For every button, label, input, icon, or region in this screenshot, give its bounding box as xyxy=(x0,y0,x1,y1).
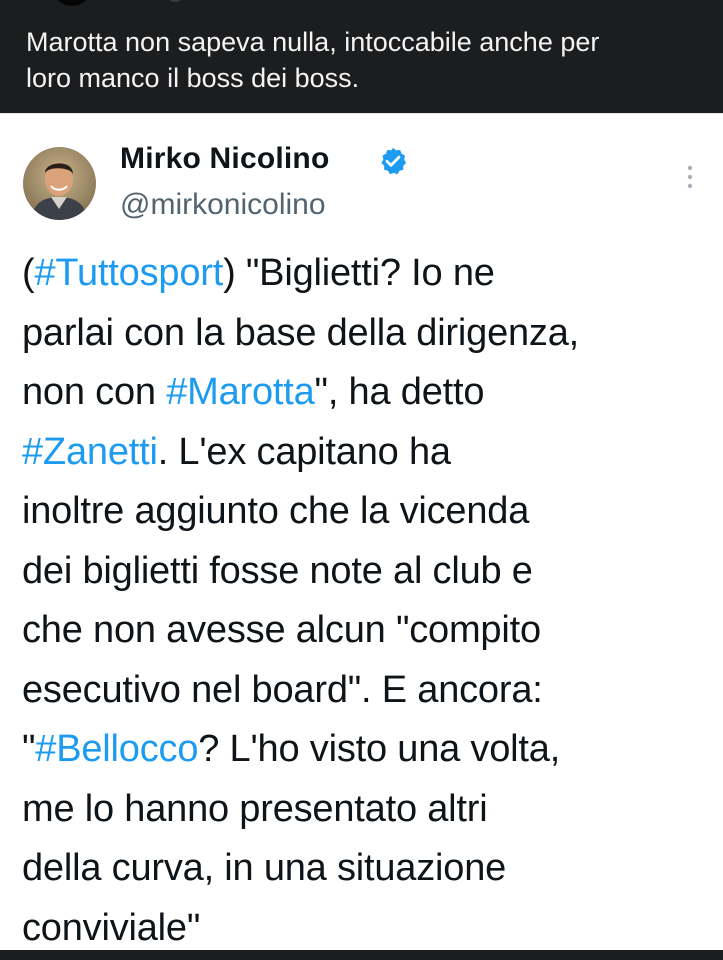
tweet-line: inoltre aggiunto che la vicenda xyxy=(22,490,530,532)
text-fragment: ) "Biglietti? Io ne xyxy=(223,252,495,294)
poster-avatar[interactable] xyxy=(52,0,92,6)
embedded-tweet-card[interactable]: Mirko Nicolino @mirkonicolino (#Tuttospo… xyxy=(0,113,723,951)
hashtag-marotta[interactable]: #Marotta xyxy=(166,371,315,413)
tweet-line: dei biglietti fosse note al club e xyxy=(22,549,533,592)
tweet-text: (#Tuttosport) "Biglietti? Io ne parlai c… xyxy=(22,244,702,958)
verified-badge-icon xyxy=(381,147,407,175)
hashtag-tuttosport[interactable]: #Tuttosport xyxy=(34,252,223,294)
more-vertical-icon[interactable] xyxy=(680,164,700,194)
text-fragment: ? L'ho visto una volta, xyxy=(198,728,561,770)
author-handle[interactable]: @mirkonicolino xyxy=(120,188,326,222)
avatar[interactable] xyxy=(23,147,96,220)
tweet-line: parlai con la base della dirigenza, xyxy=(22,311,580,354)
text-fragment: . L'ex capitano ha xyxy=(157,430,451,473)
poster-name-fragment xyxy=(168,0,182,2)
text-fragment: non con xyxy=(22,371,167,413)
tweet-line: che non avesse alcun "compito xyxy=(22,609,541,651)
tweet-line: (#Tuttosport) "Biglietti? Io ne xyxy=(22,244,702,304)
text-fragment: " xyxy=(22,728,36,770)
tweet-line: esecutivo nel board". E ancora: xyxy=(22,668,543,711)
tweet-line: "#Bellocco? L'ho visto una volta, xyxy=(22,720,702,780)
hashtag-zanetti[interactable]: #Zanetti xyxy=(22,431,158,473)
screenshot-page: Marotta non sapeva nulla, intoccabile an… xyxy=(0,0,723,960)
tweet-line: #Zanetti. L'ex capitano ha xyxy=(22,423,702,483)
dark-bottom-border xyxy=(0,950,723,960)
tweet-line: me lo hanno presentato altri xyxy=(22,787,488,830)
post-caption: Marotta non sapeva nulla, intoccabile an… xyxy=(26,27,600,93)
text-fragment: ", ha detto xyxy=(314,371,485,413)
tweet-line: non con #Marotta", ha detto xyxy=(22,363,702,423)
hashtag-bellocco[interactable]: #Bellocco xyxy=(35,728,198,770)
profile-photo xyxy=(23,147,96,220)
text-fragment: ( xyxy=(22,252,35,294)
author-name[interactable]: Mirko Nicolino xyxy=(120,142,329,176)
tweet-line: della curva, in una situazione xyxy=(22,847,507,889)
